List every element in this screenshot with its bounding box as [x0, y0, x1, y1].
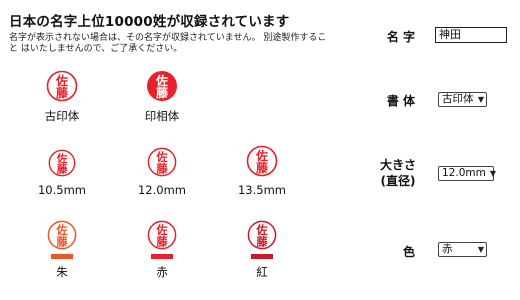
- seal-char-bottom: 藤: [56, 234, 68, 248]
- size-option-13-5[interactable]: 佐 藤 13.5mm: [217, 145, 307, 197]
- seal-preview-aka: 佐 藤: [147, 220, 177, 250]
- font-style-label: 書 体: [386, 94, 415, 108]
- notice-text: 名字が表示されない場合は、その名字が収録されていません。 別途製作すること はい…: [9, 33, 327, 54]
- size-label: 大きさ (直径): [371, 157, 425, 189]
- size-select[interactable]: 12.0mm ▼: [438, 166, 496, 181]
- chevron-down-icon: ▼: [477, 245, 484, 254]
- seal-preview-size-small: 佐 藤: [48, 149, 76, 177]
- name-label: 名 字: [386, 30, 415, 44]
- size-label: 10.5mm: [37, 183, 86, 197]
- seal-preview-size-large: 佐 藤: [246, 145, 278, 177]
- size-option-10-5[interactable]: 佐 藤 10.5mm: [17, 149, 107, 197]
- seal-preview-insou: 佐 藤: [147, 71, 177, 101]
- color-swatch: [251, 254, 273, 259]
- color-swatch: [51, 254, 73, 259]
- chevron-down-icon: ▼: [489, 169, 496, 178]
- color-label: 赤: [156, 265, 168, 279]
- size-option-12-0[interactable]: 佐 藤 12.0mm: [117, 147, 207, 197]
- seal-char-bottom: 藤: [155, 85, 169, 100]
- seal-preview-size-medium: 佐 藤: [147, 147, 177, 177]
- ink-color-select[interactable]: 赤 ▼: [438, 242, 487, 257]
- style-label: 印相体: [144, 109, 180, 123]
- color-label: 朱: [56, 265, 68, 279]
- font-style-select[interactable]: 古印体 ▼: [438, 92, 487, 107]
- style-label: 古印体: [44, 109, 80, 123]
- seal-char-bottom: 藤: [55, 85, 69, 100]
- ink-color-label: 色: [402, 245, 415, 259]
- size-value: 12.0mm: [442, 167, 486, 179]
- seal-char-bottom: 藤: [256, 234, 268, 248]
- color-swatch: [151, 254, 173, 259]
- page-title: 日本の名字上位10000姓が収録されています: [9, 14, 290, 30]
- font-style-value: 古印体: [442, 93, 474, 105]
- seal-char-bottom: 藤: [255, 160, 269, 175]
- style-option-koin[interactable]: 佐 藤 古印体: [17, 70, 107, 124]
- chevron-down-icon: ▼: [477, 95, 484, 104]
- seal-preview-beni: 佐 藤: [247, 220, 277, 250]
- seal-char-bottom: 藤: [156, 161, 168, 175]
- ink-color-value: 赤: [442, 243, 453, 255]
- color-option-shu[interactable]: 佐 藤 朱: [17, 220, 107, 280]
- style-option-insou[interactable]: 佐 藤 印相体: [117, 70, 207, 124]
- seal-preview-koin: 佐 藤: [46, 70, 78, 102]
- color-label: 紅: [256, 265, 268, 279]
- size-label: 12.0mm: [137, 183, 186, 197]
- seal-char-bottom: 藤: [156, 234, 168, 248]
- seal-preview-shu: 佐 藤: [47, 220, 77, 250]
- seal-char-bottom: 藤: [57, 163, 68, 176]
- color-option-aka[interactable]: 佐 藤 赤: [117, 220, 207, 280]
- name-input[interactable]: 神田: [435, 27, 507, 43]
- size-label-line2: (直径): [380, 174, 416, 188]
- color-option-beni[interactable]: 佐 藤 紅: [217, 220, 307, 280]
- size-label: 13.5mm: [237, 183, 286, 197]
- size-label-line1: 大きさ: [379, 158, 416, 172]
